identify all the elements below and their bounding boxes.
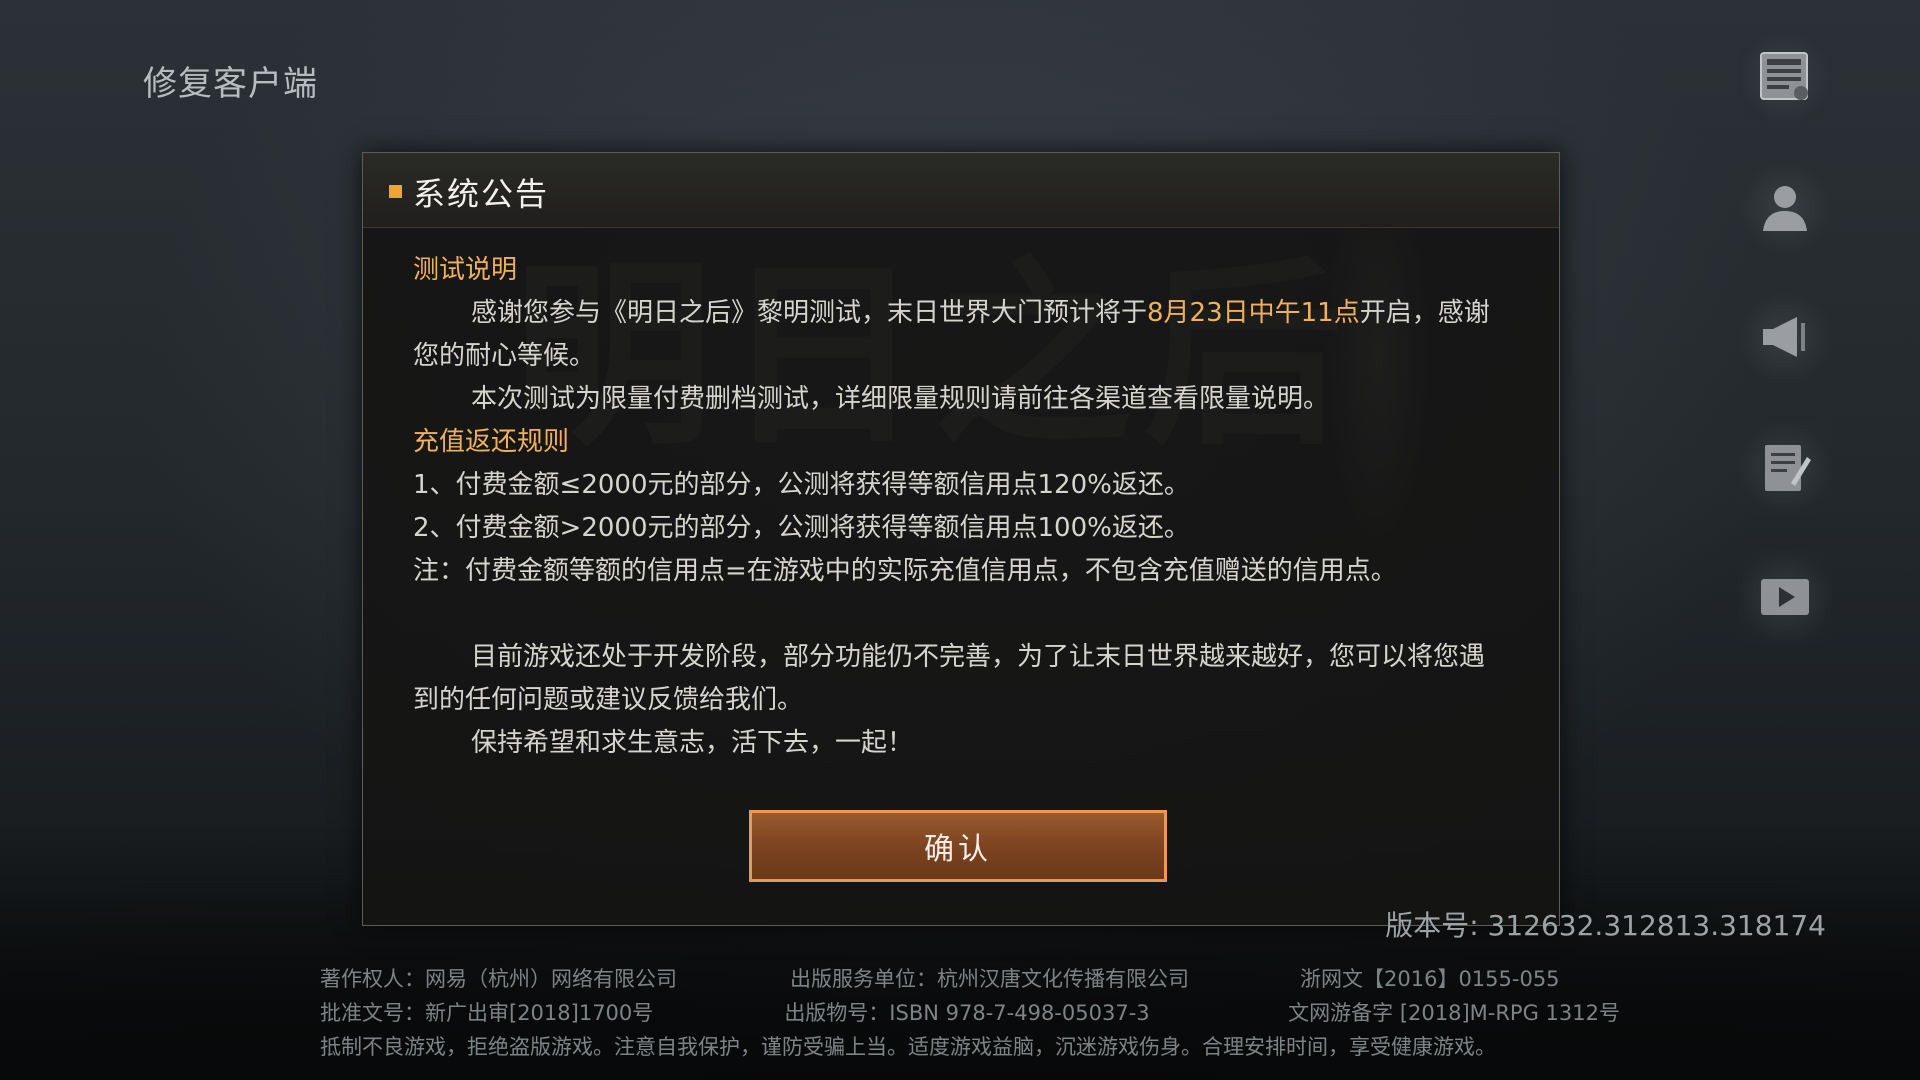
survey-icon bbox=[1765, 445, 1811, 491]
version-number: 版本号: 312632.312813.318174 bbox=[1385, 909, 1826, 942]
login-screen: 修复客户端 明日之后 系统公告 测试说明 感谢您参与《明日之后》黎明测试，末日世… bbox=[0, 0, 1920, 1080]
account-button[interactable] bbox=[1738, 160, 1832, 254]
closing-paragraph-2: 保持希望和求生意志，活下去，一起！ bbox=[471, 728, 914, 758]
title-marker-icon bbox=[389, 185, 402, 198]
news-icon bbox=[1760, 52, 1808, 100]
test-section-title: 测试说明 bbox=[413, 255, 518, 285]
footer-row-2: 批准文号：新广出审[2018]1700号 出版物号：ISBN 978-7-498… bbox=[320, 996, 1620, 1030]
health-notice-text: 抵制不良游戏，拒绝盗版游戏。注意自我保护，谨防受骗上当。适度游戏益脑，沉迷游戏伤… bbox=[320, 1035, 1496, 1059]
announcement-icon bbox=[1763, 317, 1805, 357]
account-icon bbox=[1763, 186, 1807, 231]
repair-client-link[interactable]: 修复客户端 bbox=[143, 56, 318, 105]
publisher-text: 出版服务单位：杭州汉唐文化传播有限公司 bbox=[790, 967, 1189, 991]
refund-section-title: 充值返还规则 bbox=[413, 427, 570, 457]
announcement-content: 测试说明 感谢您参与《明日之后》黎明测试，末日世界大门预计将于8月23日中午11… bbox=[413, 249, 1503, 765]
announcement-button[interactable] bbox=[1738, 290, 1832, 384]
side-menu bbox=[1738, 30, 1832, 680]
test-paragraph-2: 本次测试为限量付费删档测试，详细限量规则请前往各渠道查看限量说明。 bbox=[471, 384, 1330, 414]
record-text: 文网游备字 [2018]M-RPG 1312号 bbox=[1288, 1001, 1620, 1025]
refund-rule-2: 2、付费金额>2000元的部分，公测将获得等额信用点100%返还。 bbox=[413, 513, 1190, 543]
dialog-header: 系统公告 bbox=[363, 153, 1559, 228]
test-paragraph-1: 感谢您参与《明日之后》黎明测试，末日世界大门预计将于8月23日中午11点开启，感… bbox=[413, 292, 1503, 378]
legal-footer: 著作权人：网易（杭州）网络有限公司 出版服务单位：杭州汉唐文化传播有限公司 浙网… bbox=[320, 962, 1620, 1064]
footer-row-1: 著作权人：网易（杭州）网络有限公司 出版服务单位：杭州汉唐文化传播有限公司 浙网… bbox=[320, 962, 1620, 996]
confirm-button[interactable]: 确认 bbox=[749, 810, 1167, 882]
test-p1-text: 感谢您参与《明日之后》黎明测试，末日世界大门预计将于 bbox=[471, 298, 1148, 328]
approval-text: 批准文号：新广出审[2018]1700号 bbox=[320, 1001, 654, 1025]
system-announcement-dialog: 明日之后 系统公告 测试说明 感谢您参与《明日之后》黎明测试，末日世界大门预计将… bbox=[362, 152, 1560, 926]
isbn-text: 出版物号：ISBN 978-7-498-05037-3 bbox=[784, 1001, 1150, 1025]
license-text: 浙网文【2016】0155-055 bbox=[1300, 967, 1560, 991]
refund-note: 注：付费金额等额的信用点=在游戏中的实际充值信用点，不包含充值赠送的信用点。 bbox=[413, 556, 1397, 586]
news-button[interactable] bbox=[1738, 30, 1832, 124]
video-button[interactable] bbox=[1738, 550, 1832, 644]
survey-button[interactable] bbox=[1738, 420, 1832, 514]
copyright-text: 著作权人：网易（杭州）网络有限公司 bbox=[320, 967, 677, 991]
dialog-title: 系统公告 bbox=[413, 175, 550, 213]
refund-rule-1: 1、付费金额≤2000元的部分，公测将获得等额信用点120%返还。 bbox=[413, 470, 1190, 500]
launch-time-highlight: 8月23日中午11点 bbox=[1147, 298, 1360, 328]
closing-paragraph-1: 目前游戏还处于开发阶段，部分功能仍不完善，为了让末日世界越来越好，您可以将您遇到… bbox=[413, 642, 1486, 715]
video-icon bbox=[1761, 579, 1809, 615]
footer-row-3: 抵制不良游戏，拒绝盗版游戏。注意自我保护，谨防受骗上当。适度游戏益脑，沉迷游戏伤… bbox=[320, 1030, 1620, 1064]
